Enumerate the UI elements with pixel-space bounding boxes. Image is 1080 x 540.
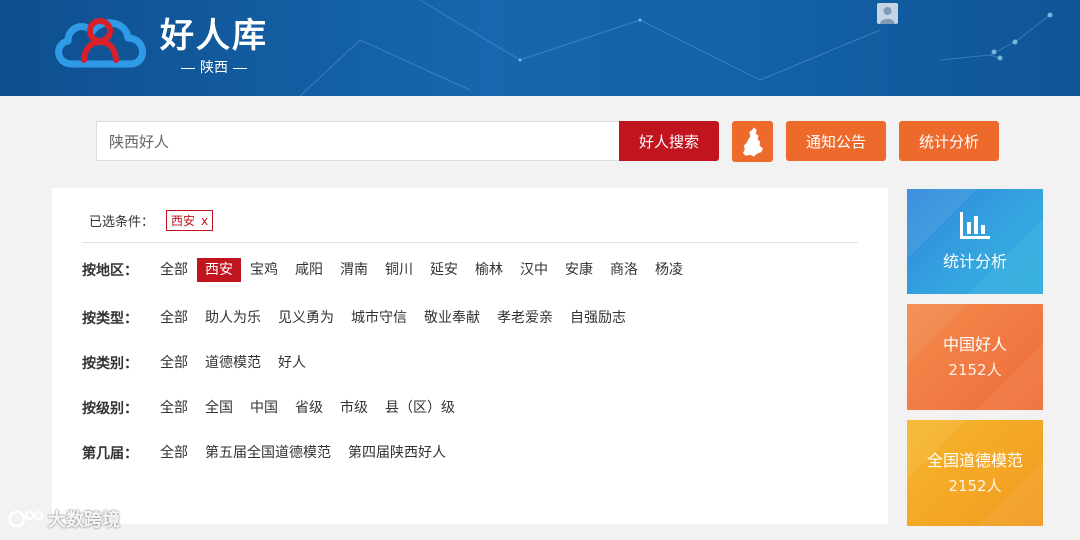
filter-row-type: 按类型： 全部 助人为乐 见义勇为 城市守信 敬业奉献 孝老爱亲 自强励志 <box>82 306 635 330</box>
card-decoration <box>907 420 1043 526</box>
filter-row-level: 按级别： 全部 全国 中国 省级 市级 县（区）级 <box>82 396 464 420</box>
site-header: 好人库 陕西 <box>0 0 1080 96</box>
filter-option-active[interactable]: 西安 <box>197 258 241 282</box>
filter-option[interactable]: 自强励志 <box>562 306 634 330</box>
filter-option[interactable]: 市级 <box>332 396 376 420</box>
selected-tag-text: 西安 <box>171 214 196 228</box>
cloud-person-icon[interactable] <box>52 14 148 72</box>
filter-label: 按类型： <box>82 311 138 327</box>
filter-option[interactable]: 道德模范 <box>197 351 269 375</box>
filter-option[interactable]: 助人为乐 <box>197 306 269 330</box>
filter-row-region: 按地区： 全部 西安 宝鸡 咸阳 渭南 铜川 延安 榆林 汉中 安康 商洛 杨凌 <box>82 258 692 282</box>
divider <box>82 242 858 243</box>
filter-option[interactable]: 商洛 <box>602 258 646 282</box>
search-box <box>96 121 620 161</box>
filter-option[interactable]: 铜川 <box>377 258 421 282</box>
user-avatar[interactable] <box>877 3 898 24</box>
filter-option[interactable]: 县（区）级 <box>377 396 463 420</box>
search-input[interactable] <box>97 122 619 160</box>
filter-label: 第几届： <box>82 446 138 462</box>
brand-title: 好人库 <box>160 16 268 56</box>
selected-conditions: 已选条件： 西安 x <box>89 210 214 231</box>
filter-option[interactable]: 榆林 <box>467 258 511 282</box>
filter-label: 按地区： <box>82 263 138 279</box>
filter-label: 按级别： <box>82 401 138 417</box>
filter-option[interactable]: 咸阳 <box>287 258 331 282</box>
filter-option[interactable]: 中国 <box>242 396 286 420</box>
notice-button[interactable]: 通知公告 <box>786 121 886 161</box>
brand-subtitle-text: 陕西 <box>200 60 228 76</box>
brand-subtitle: 陕西 <box>176 58 252 78</box>
search-button[interactable]: 好人搜索 <box>619 121 719 161</box>
filter-row-session: 第几届： 全部 第五届全国道德模范 第四届陕西好人 <box>82 441 455 465</box>
selected-tag[interactable]: 西安 x <box>166 210 214 231</box>
filter-row-category: 按类别： 全部 道德模范 好人 <box>82 351 315 375</box>
filter-option[interactable]: 杨凌 <box>647 258 691 282</box>
moral-model-card[interactable]: 全国道德模范 2152人 <box>907 420 1043 526</box>
filter-option[interactable]: 延安 <box>422 258 466 282</box>
filter-option[interactable]: 宝鸡 <box>242 258 286 282</box>
stats-card-title: 统计分析 <box>942 251 1007 271</box>
selected-label: 已选条件： <box>89 215 155 230</box>
moral-model-title: 全国道德模范 <box>926 450 1023 470</box>
filter-option[interactable]: 渭南 <box>332 258 376 282</box>
filter-option[interactable]: 城市守信 <box>343 306 415 330</box>
filter-option[interactable]: 第四届陕西好人 <box>340 441 454 465</box>
filter-panel: 已选条件： 西安 x 按地区： 全部 西安 宝鸡 咸阳 渭南 铜川 延安 榆林 … <box>52 188 888 524</box>
filter-option[interactable]: 见义勇为 <box>270 306 342 330</box>
filter-option[interactable]: 好人 <box>270 351 314 375</box>
watermark: 大数跨境 <box>8 506 120 532</box>
watermark-icon <box>8 510 44 528</box>
watermark-text: 大数跨境 <box>48 510 120 531</box>
filter-option[interactable]: 省级 <box>287 396 331 420</box>
filter-option[interactable]: 孝老爱亲 <box>489 306 561 330</box>
bar-chart-icon <box>958 211 992 245</box>
filter-label: 按类别： <box>82 356 138 372</box>
filter-option[interactable]: 汉中 <box>512 258 556 282</box>
card-decoration <box>907 304 1043 410</box>
filter-option[interactable]: 全部 <box>152 306 196 330</box>
stats-card[interactable]: 统计分析 <box>907 189 1043 294</box>
china-good-card[interactable]: 中国好人 2152人 <box>907 304 1043 410</box>
moral-model-count: 2152人 <box>948 476 1002 495</box>
remove-tag-icon[interactable]: x <box>201 214 208 228</box>
filter-option[interactable]: 全部 <box>152 258 196 282</box>
filter-option[interactable]: 全部 <box>152 441 196 465</box>
filter-option[interactable]: 全国 <box>197 396 241 420</box>
filter-option[interactable]: 敬业奉献 <box>416 306 488 330</box>
filter-option[interactable]: 全部 <box>152 351 196 375</box>
filter-option[interactable]: 全部 <box>152 396 196 420</box>
filter-option[interactable]: 安康 <box>557 258 601 282</box>
filter-option[interactable]: 第五届全国道德模范 <box>197 441 339 465</box>
china-good-count: 2152人 <box>948 360 1002 379</box>
stats-button[interactable]: 统计分析 <box>899 121 999 161</box>
china-good-title: 中国好人 <box>942 334 1007 354</box>
shaanxi-map-icon[interactable] <box>732 121 773 162</box>
